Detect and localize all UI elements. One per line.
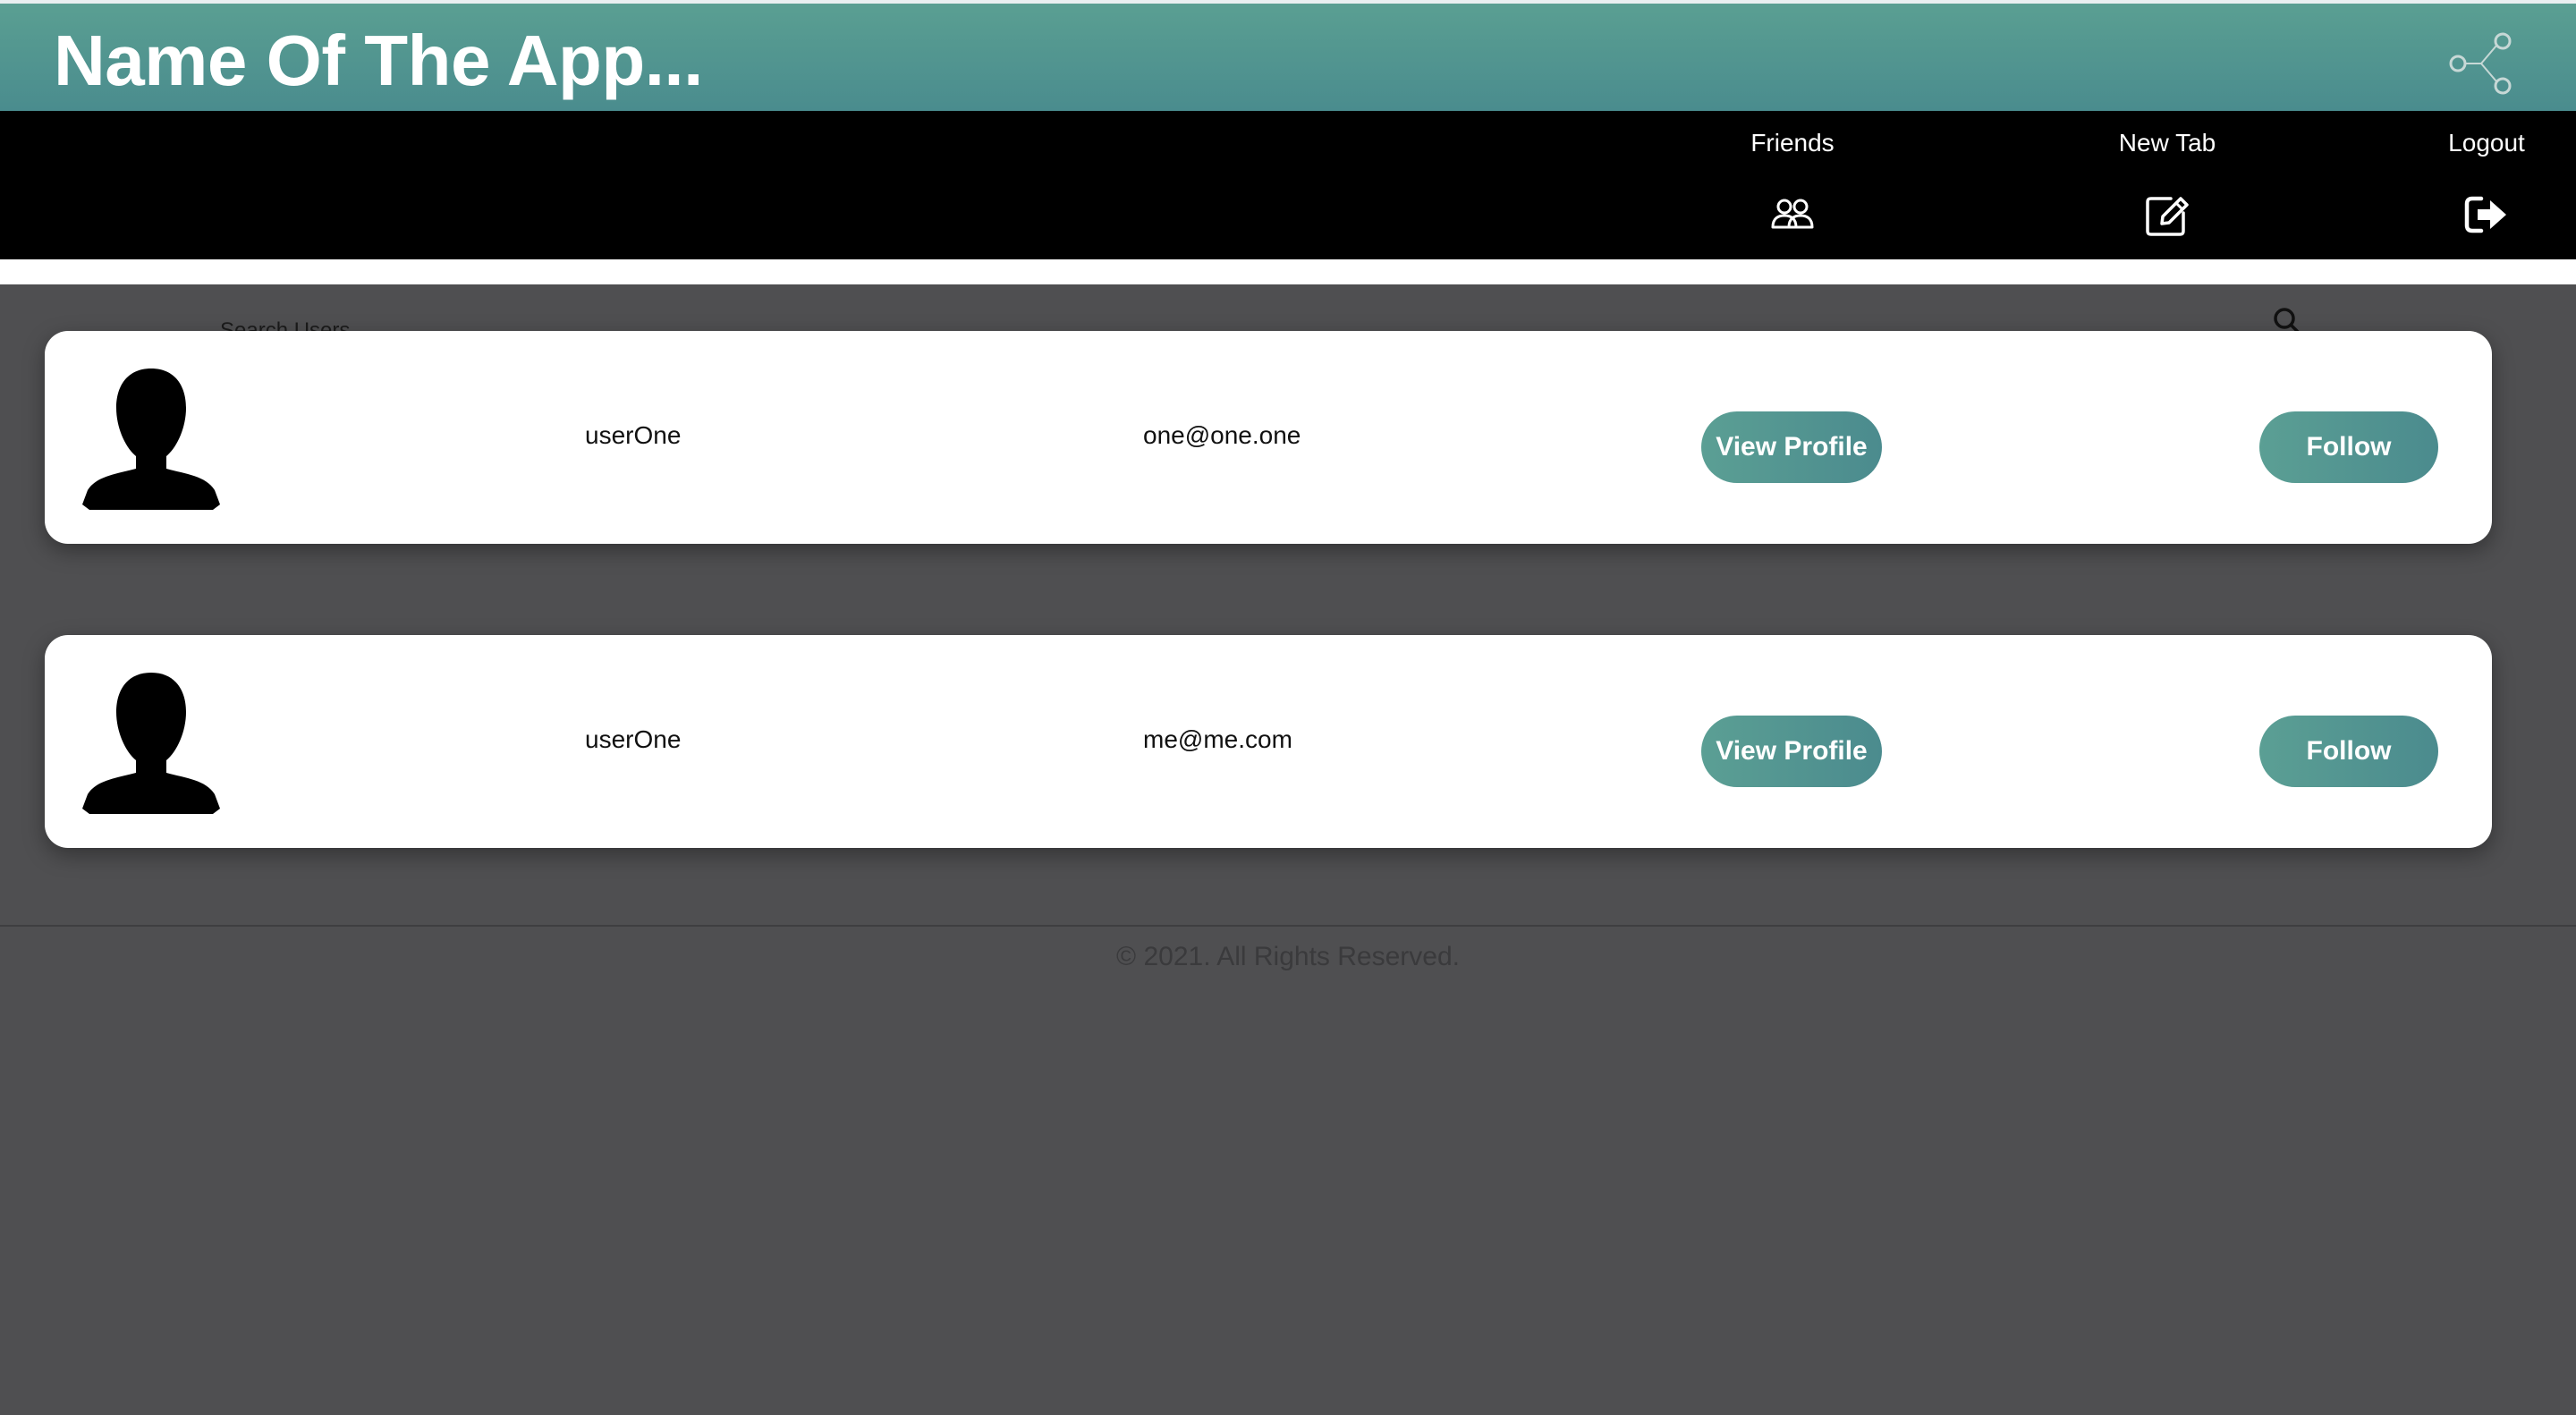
app-title: Name Of The App... [54, 21, 703, 100]
copyright-text: © 2021. All Rights Reserved. [1116, 942, 1460, 971]
user-email: one@one.one [1143, 421, 1301, 449]
user-card: userOne one@one.one View Profile Follow [45, 331, 2492, 544]
app-header: Name Of The App... [0, 0, 2576, 111]
follow-button[interactable]: Follow [2259, 411, 2438, 483]
nav-item-logout[interactable]: Logout [2436, 111, 2537, 259]
page: Name Of The App... Friends New Tab Logou… [0, 0, 2576, 1415]
friends-icon [1771, 199, 1814, 229]
logout-icon [2464, 196, 2506, 233]
user-list: Search Users userOne one@one.one View Pr… [0, 284, 2576, 925]
navbar: Friends New Tab Logout [0, 111, 2576, 259]
nav-item-new-tab[interactable]: New Tab [2098, 111, 2236, 259]
nav-divider [0, 259, 2576, 284]
nav-item-friends[interactable]: Friends [1739, 111, 1846, 259]
search-label: Search Users [220, 320, 350, 331]
avatar-icon [82, 369, 220, 510]
username: userOne [585, 421, 682, 449]
nav-label-logout: Logout [2448, 129, 2525, 157]
follow-button[interactable]: Follow [2259, 716, 2438, 787]
share-icon[interactable] [2447, 30, 2515, 97]
username: userOne [585, 725, 682, 753]
avatar-icon [82, 673, 220, 814]
view-profile-button[interactable]: View Profile [1701, 716, 1882, 787]
user-email: me@me.com [1143, 725, 1292, 753]
edit-icon [2146, 197, 2189, 236]
view-profile-button[interactable]: View Profile [1701, 411, 1882, 483]
footer: © 2021. All Rights Reserved. [0, 927, 2576, 1415]
nav-label-new-tab: New Tab [2118, 129, 2216, 157]
user-card: userOne me@me.com View Profile Follow [45, 635, 2492, 848]
nav-label-friends: Friends [1750, 129, 1835, 157]
